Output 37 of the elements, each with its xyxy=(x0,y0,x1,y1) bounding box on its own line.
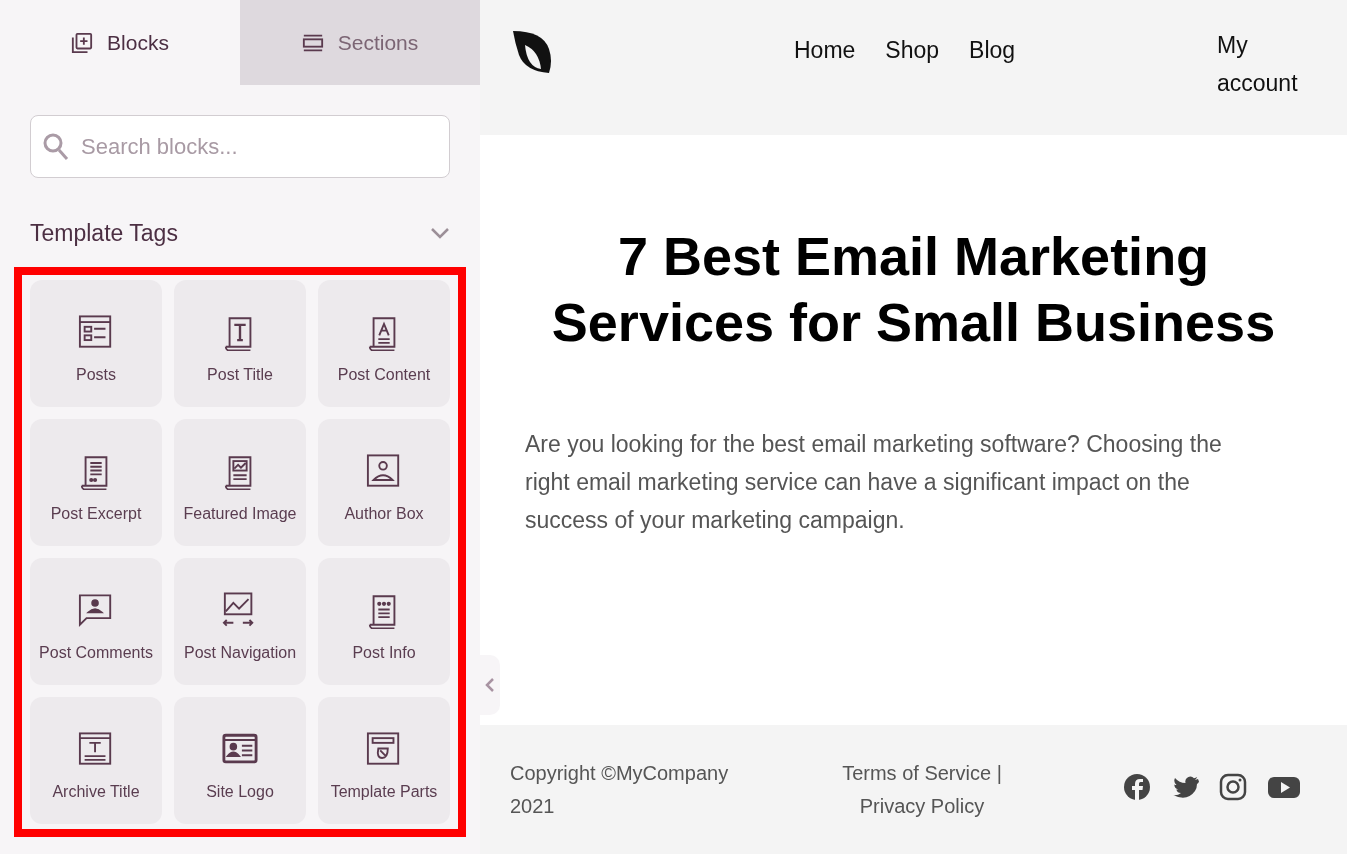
chevron-left-icon xyxy=(485,677,495,693)
copyright-text: Copyright ©MyCompany 2021 xyxy=(510,761,730,819)
block-tile[interactable]: Site Logo xyxy=(174,696,306,824)
leaf-logo-icon xyxy=(510,28,554,76)
footer-link[interactable]: Terms of Service xyxy=(842,762,992,784)
chevron-icon[interactable] xyxy=(430,226,450,241)
window-letter-icon xyxy=(78,730,114,768)
link-separator: | xyxy=(995,762,1002,784)
account-link[interactable]: My account xyxy=(1217,26,1317,102)
facebook-icon[interactable] xyxy=(1123,773,1151,801)
block-tile[interactable]: Post Comments xyxy=(30,557,162,685)
nav-link[interactable]: Shop xyxy=(885,33,940,68)
block-tile[interactable]: Post Info xyxy=(318,557,450,685)
block-tile[interactable]: Post Excerpt xyxy=(30,418,162,546)
stacked-squares-plus-icon xyxy=(71,31,94,54)
block-tile[interactable]: Template Parts xyxy=(318,696,450,824)
leaf-window-icon xyxy=(366,730,402,768)
block-tile[interactable]: Post Title xyxy=(174,279,306,407)
footer-link[interactable]: Privacy Policy xyxy=(859,795,985,817)
block-tile[interactable]: Author Box xyxy=(318,418,450,546)
nav-link[interactable]: Blog xyxy=(969,33,1016,68)
block-tile[interactable]: Post Content xyxy=(318,279,450,407)
search-field[interactable]: Search blocks... xyxy=(30,115,450,178)
block-tile[interactable]: Featured Image xyxy=(174,418,306,546)
block-tile[interactable]: Post Navigation xyxy=(174,557,306,685)
user-speech-icon xyxy=(78,591,114,629)
article-title: 7 Best Email Marketing Services for Small Business xyxy=(550,225,1277,354)
sidebar-tab[interactable]: Sections xyxy=(240,0,480,85)
instagram-icon[interactable] xyxy=(1219,773,1247,801)
user-card-icon xyxy=(366,452,402,490)
collapse-handle[interactable] xyxy=(480,655,500,715)
block-tile[interactable]: Archive Title xyxy=(30,696,162,824)
nav-link[interactable]: Home xyxy=(794,33,856,68)
article-paragraph: Are you looking for the best email marketing software? Choosing the right email marketing service can have a significant impact on the success of your marketing campaign. xyxy=(525,430,1223,535)
post-list-icon xyxy=(78,313,114,351)
block-tile[interactable]: Posts xyxy=(30,279,162,407)
section-heading: Template Tags xyxy=(30,219,178,248)
